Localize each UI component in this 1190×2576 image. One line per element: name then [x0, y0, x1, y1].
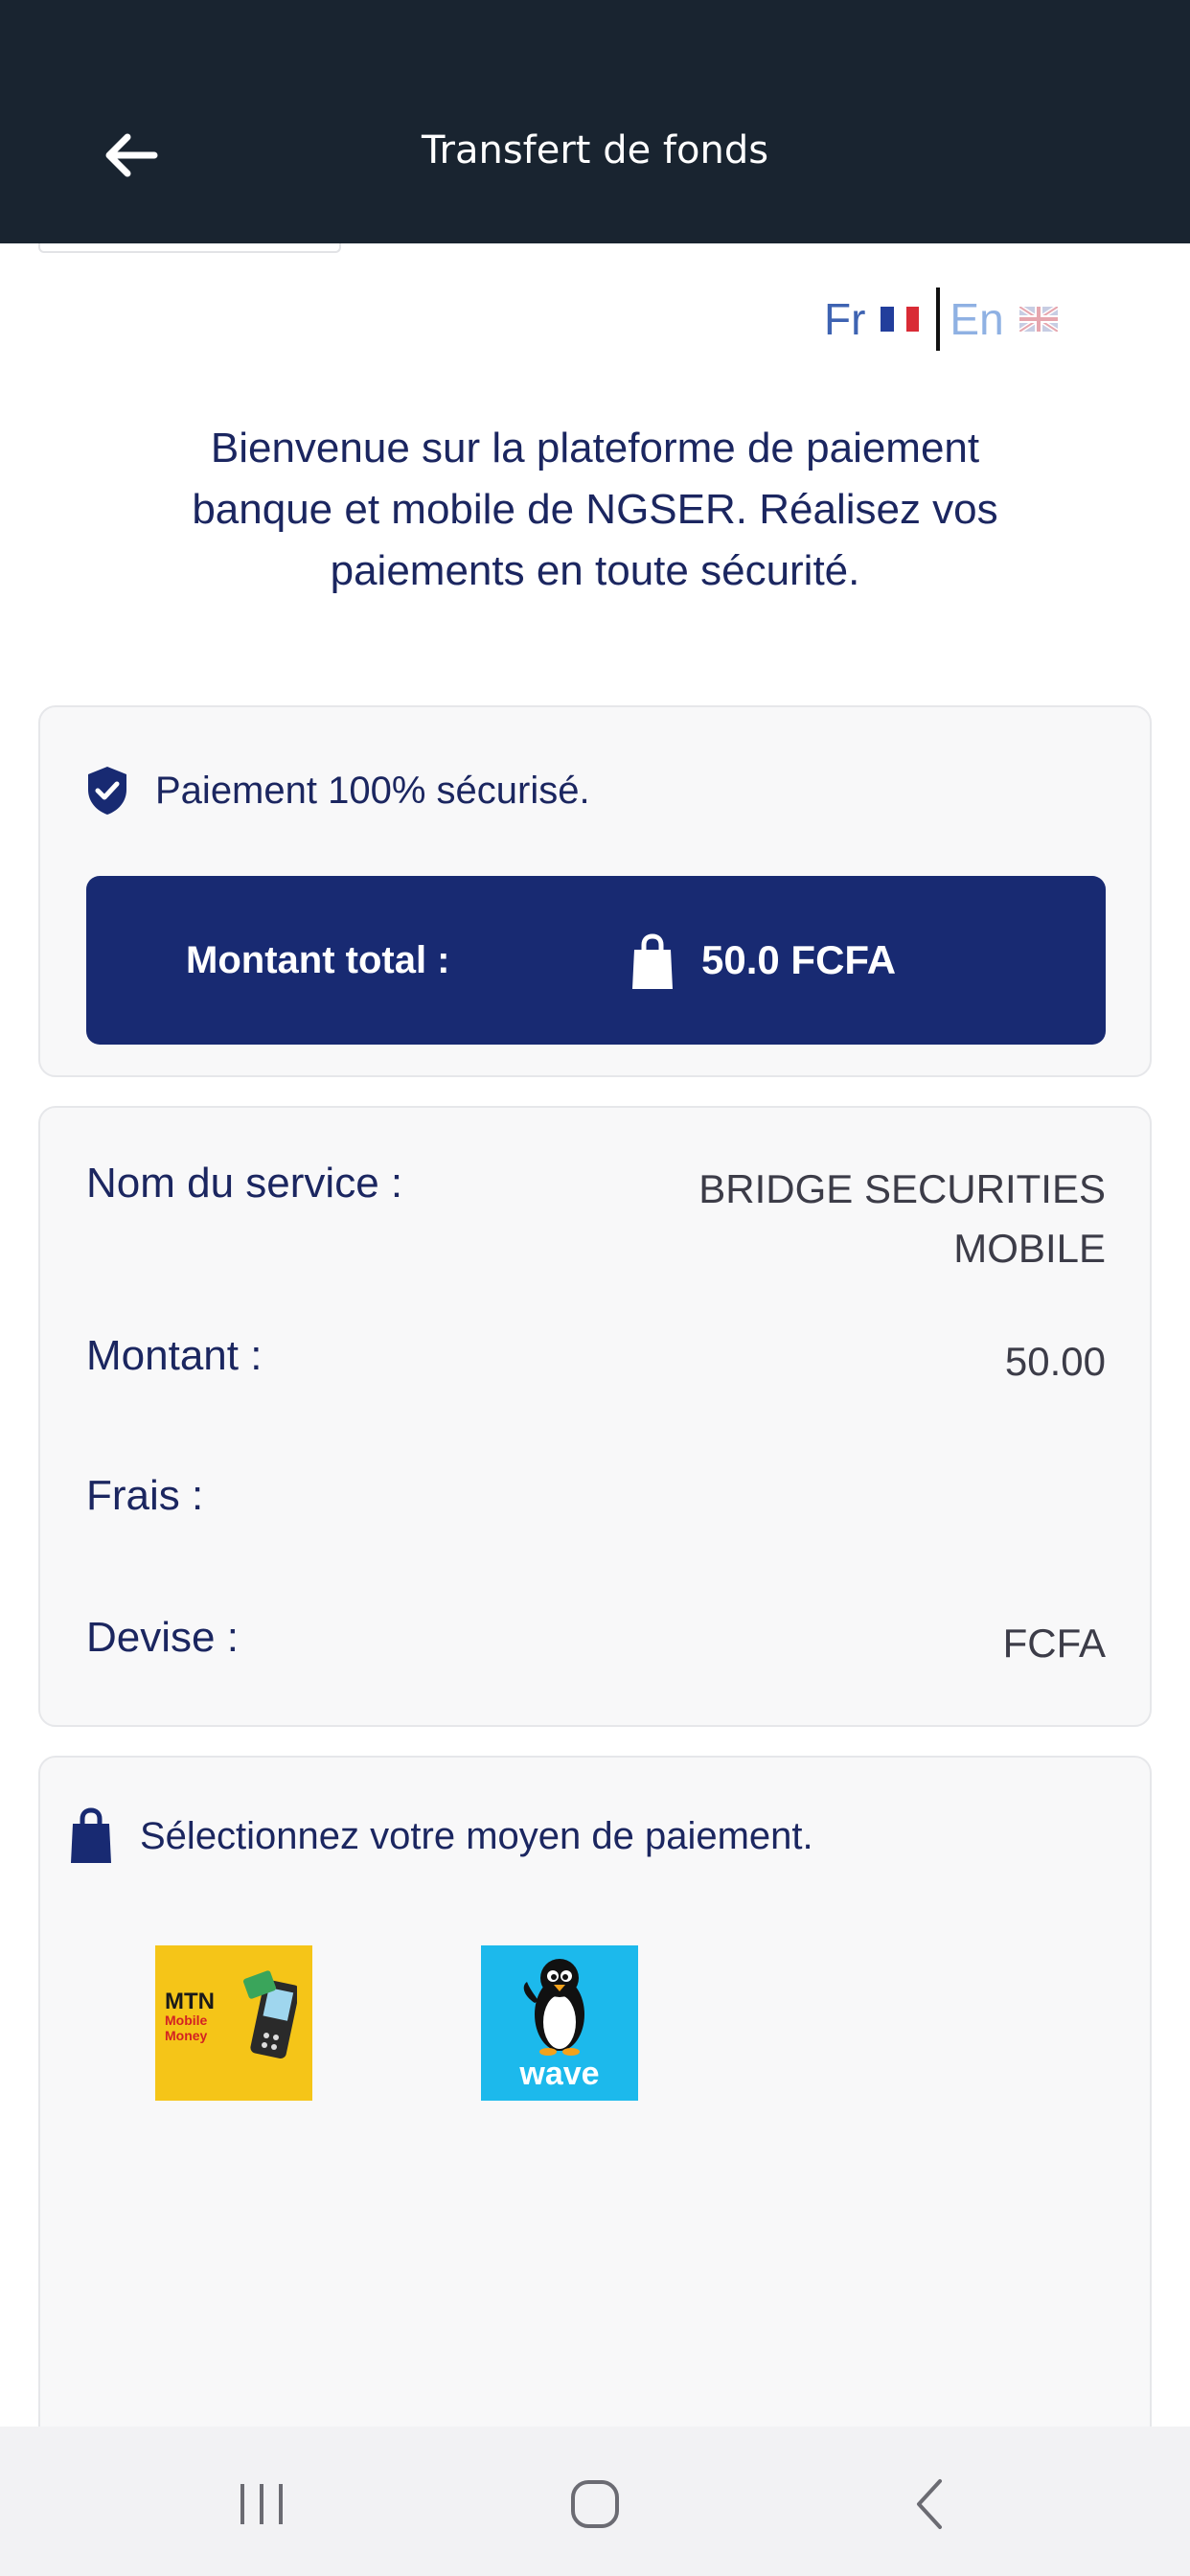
- welcome-line-1: Bienvenue sur la plateforme de paiement: [210, 425, 980, 472]
- wave-logo-text: wave: [519, 2056, 600, 2092]
- home-icon: [571, 2480, 619, 2528]
- shopping-bag-icon: [632, 933, 673, 989]
- welcome-line-2: banque et mobile de NGSER. Réalisez vos: [192, 486, 998, 533]
- service-name-value: BRIDGE SECURITIES MOBILE: [588, 1160, 1106, 1278]
- service-name-value-line-1: BRIDGE SECURITIES: [698, 1166, 1106, 1211]
- partially-hidden-element: [38, 243, 341, 253]
- page-title: Transfert de fonds: [421, 128, 769, 172]
- payment-method-prompt: Sélectionnez votre moyen de paiement.: [140, 1814, 813, 1857]
- mtn-logo: MTN Mobile Money: [165, 1989, 215, 2044]
- total-amount-banner: Montant total : 50.0 FCFA: [86, 876, 1106, 1045]
- shield-check-icon: [88, 767, 126, 815]
- language-divider: [936, 288, 941, 351]
- recents-button[interactable]: [218, 2461, 305, 2547]
- chevron-left-icon: [917, 2479, 942, 2529]
- language-switch: Fr En: [824, 286, 1075, 353]
- service-name-label: Nom du service :: [86, 1160, 403, 1207]
- currency-label: Devise :: [86, 1614, 239, 1661]
- welcome-message: Bienvenue sur la plateforme de paiement …: [57, 418, 1133, 602]
- total-amount-value: 50.0 FCFA: [701, 937, 897, 982]
- total-amount-label: Montant total :: [186, 939, 450, 981]
- app-bar: Transfert de fonds: [0, 0, 1190, 243]
- service-name-value-line-2: MOBILE: [953, 1226, 1106, 1271]
- mtn-logo-sub-1: Mobile: [165, 2012, 208, 2028]
- service-details-card: Nom du service : BRIDGE SECURITIES MOBIL…: [38, 1106, 1152, 1727]
- secure-payment-row: Paiement 100% sécurisé.: [86, 765, 590, 816]
- mtn-logo-sub-2: Money: [165, 2028, 208, 2043]
- amount-value: 50.00: [1004, 1339, 1106, 1384]
- language-fr-option[interactable]: Fr: [824, 293, 865, 345]
- mtn-logo-text: MTN: [165, 1989, 215, 2014]
- wave-option[interactable]: wave: [481, 1945, 638, 2101]
- mobile-phone-icon: [243, 1970, 297, 2058]
- amount-label: Montant :: [86, 1332, 263, 1379]
- welcome-line-3: paiements en toute sécurité.: [330, 547, 860, 594]
- home-button[interactable]: [552, 2461, 638, 2547]
- system-back-button[interactable]: [885, 2461, 972, 2547]
- mtn-mobile-money-option[interactable]: MTN Mobile Money: [155, 1945, 312, 2101]
- penguin-icon: [523, 1959, 584, 2056]
- recents-icon: [240, 2484, 283, 2524]
- flag-fr-icon[interactable]: [881, 307, 920, 332]
- system-navigation-bar: [0, 2426, 1190, 2576]
- payment-method-prompt-row: Sélectionnez votre moyen de paiement.: [69, 1807, 813, 1865]
- language-en-option[interactable]: En: [950, 293, 1003, 345]
- fees-label: Frais :: [86, 1472, 204, 1519]
- flag-uk-icon[interactable]: [1018, 307, 1058, 332]
- currency-value: FCFA: [1002, 1621, 1106, 1666]
- payment-summary-card: Paiement 100% sécurisé. Montant total : …: [38, 705, 1152, 1077]
- secure-payment-text: Paiement 100% sécurisé.: [155, 769, 590, 812]
- shopping-bag-icon: [71, 1807, 111, 1863]
